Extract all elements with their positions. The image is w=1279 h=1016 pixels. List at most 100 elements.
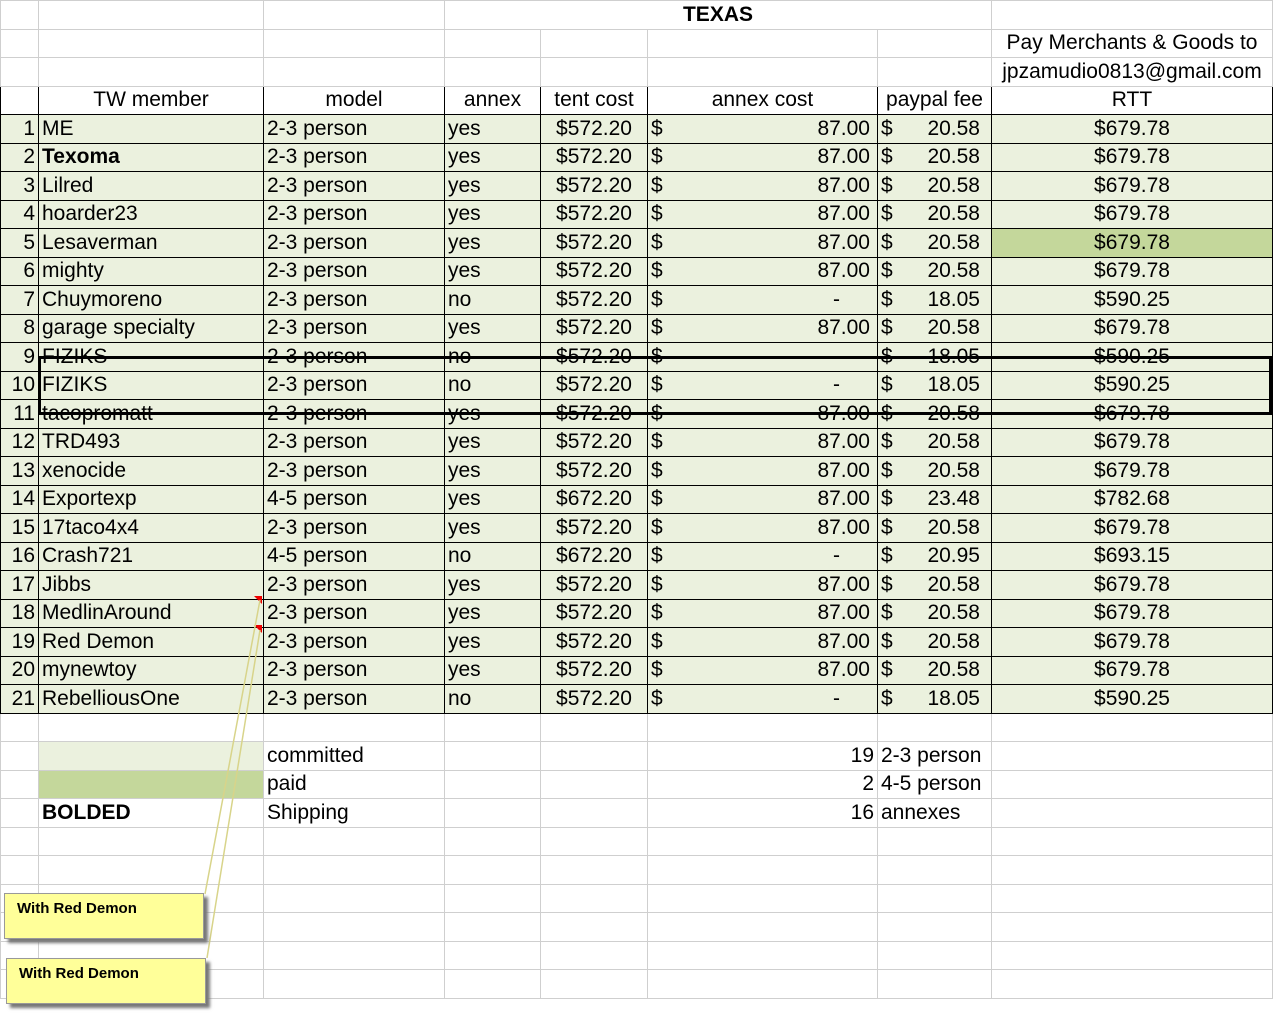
model-cell[interactable]: 2-3 person [263,342,445,372]
model-cell[interactable]: 2-3 person [263,570,445,600]
tent-cost-cell[interactable]: $572.20 [540,684,648,714]
member-cell[interactable]: Red Demon [38,627,264,657]
empty-cell[interactable] [0,826,39,856]
model-cell[interactable]: 2-3 person [263,256,445,286]
paypal-fee-cell[interactable]: $18.05 [877,684,992,714]
empty-cell[interactable] [877,940,992,970]
column-header[interactable]: tent cost [540,85,648,115]
row-number[interactable]: 6 [0,256,39,286]
row-number[interactable]: 4 [0,199,39,229]
empty-cell[interactable] [991,940,1273,970]
annex-cell[interactable]: no [444,370,541,400]
paypal-fee-cell[interactable]: $20.58 [877,427,992,457]
row-number[interactable]: 10 [0,370,39,400]
member-cell[interactable]: RebelliousOne [38,684,264,714]
rtt-cell[interactable]: $679.78 [991,513,1273,543]
empty-cell[interactable] [540,712,648,742]
tent-cost-cell[interactable]: $572.20 [540,570,648,600]
rtt-cell[interactable]: $590.25 [991,342,1273,372]
empty-cell[interactable] [444,769,541,799]
tent-cost-cell[interactable]: $572.20 [540,399,648,429]
tent-cost-cell[interactable]: $672.20 [540,541,648,571]
row-number[interactable]: 21 [0,684,39,714]
empty-cell[interactable] [540,855,648,885]
annex-cost-cell[interactable]: $87.00 [647,171,878,201]
column-header[interactable]: RTT [991,85,1273,115]
rtt-cell[interactable]: $679.78 [991,456,1273,486]
member-cell[interactable]: Texoma [38,142,264,172]
legend-label[interactable]: committed [263,741,445,771]
tent-cost-cell[interactable]: $572.20 [540,513,648,543]
empty-cell[interactable] [991,798,1273,828]
empty-cell[interactable] [38,28,264,58]
column-header[interactable]: model [263,85,445,115]
row-number[interactable]: 13 [0,456,39,486]
tent-cost-cell[interactable]: $572.20 [540,598,648,628]
comment-marker[interactable] [254,625,262,633]
paypal-fee-cell[interactable]: $20.58 [877,142,992,172]
tent-cost-cell[interactable]: $572.20 [540,370,648,400]
annex-cell[interactable]: no [444,342,541,372]
annex-cost-cell[interactable]: $87.00 [647,313,878,343]
empty-cell[interactable] [991,769,1273,799]
member-cell[interactable]: mighty [38,256,264,286]
empty-cell[interactable] [444,798,541,828]
empty-cell[interactable] [647,940,878,970]
model-cell[interactable]: 4-5 person [263,541,445,571]
empty-cell[interactable] [0,85,39,115]
annex-cost-cell[interactable]: $87.00 [647,627,878,657]
comment-marker[interactable] [254,596,262,604]
rtt-cell[interactable]: $679.78 [991,142,1273,172]
empty-cell[interactable] [444,969,541,999]
empty-cell[interactable] [877,57,992,87]
member-cell[interactable]: FIZIKS [38,370,264,400]
tent-cost-cell[interactable]: $572.20 [540,456,648,486]
annex-cost-cell[interactable]: $87.00 [647,114,878,144]
annex-cost-cell[interactable]: $87.00 [647,199,878,229]
empty-cell[interactable] [877,912,992,942]
annex-cost-cell[interactable]: $87.00 [647,399,878,429]
tent-cost-cell[interactable]: $572.20 [540,142,648,172]
model-cell[interactable]: 2-3 person [263,199,445,229]
legend-swatch[interactable]: BOLDED [38,798,264,828]
empty-cell[interactable] [991,826,1273,856]
model-cell[interactable]: 2-3 person [263,399,445,429]
empty-cell[interactable] [540,912,648,942]
empty-cell[interactable] [444,912,541,942]
member-cell[interactable]: Exportexp [38,484,264,514]
paypal-fee-cell[interactable]: $20.58 [877,598,992,628]
empty-cell[interactable] [444,940,541,970]
tent-cost-cell[interactable]: $572.20 [540,171,648,201]
row-number[interactable]: 9 [0,342,39,372]
member-cell[interactable]: TRD493 [38,427,264,457]
tent-cost-cell[interactable]: $672.20 [540,484,648,514]
model-cell[interactable]: 2-3 person [263,655,445,685]
empty-cell[interactable] [877,883,992,913]
rtt-cell[interactable]: $782.68 [991,484,1273,514]
annex-cost-cell[interactable]: $87.00 [647,456,878,486]
annex-cell[interactable]: yes [444,627,541,657]
paypal-fee-cell[interactable]: $20.95 [877,541,992,571]
empty-cell[interactable] [0,57,39,87]
paypal-fee-cell[interactable]: $20.58 [877,256,992,286]
row-number[interactable]: 5 [0,228,39,258]
empty-cell[interactable] [444,28,541,58]
empty-cell[interactable] [263,57,445,87]
model-cell[interactable]: 2-3 person [263,285,445,315]
empty-cell[interactable] [877,855,992,885]
empty-cell[interactable] [991,712,1273,742]
annex-cell[interactable]: yes [444,256,541,286]
paypal-fee-cell[interactable]: $20.58 [877,513,992,543]
annex-cell[interactable]: yes [444,456,541,486]
empty-cell[interactable] [0,712,39,742]
rtt-cell[interactable]: $679.78 [991,114,1273,144]
rtt-cell[interactable]: $679.78 [991,598,1273,628]
model-cell[interactable]: 2-3 person [263,228,445,258]
annex-cell[interactable]: yes [444,513,541,543]
empty-cell[interactable] [877,712,992,742]
member-cell[interactable]: hoarder23 [38,199,264,229]
empty-cell[interactable] [991,883,1273,913]
annex-cost-cell[interactable]: $ - [647,541,878,571]
empty-cell[interactable] [38,712,264,742]
row-number[interactable]: 1 [0,114,39,144]
